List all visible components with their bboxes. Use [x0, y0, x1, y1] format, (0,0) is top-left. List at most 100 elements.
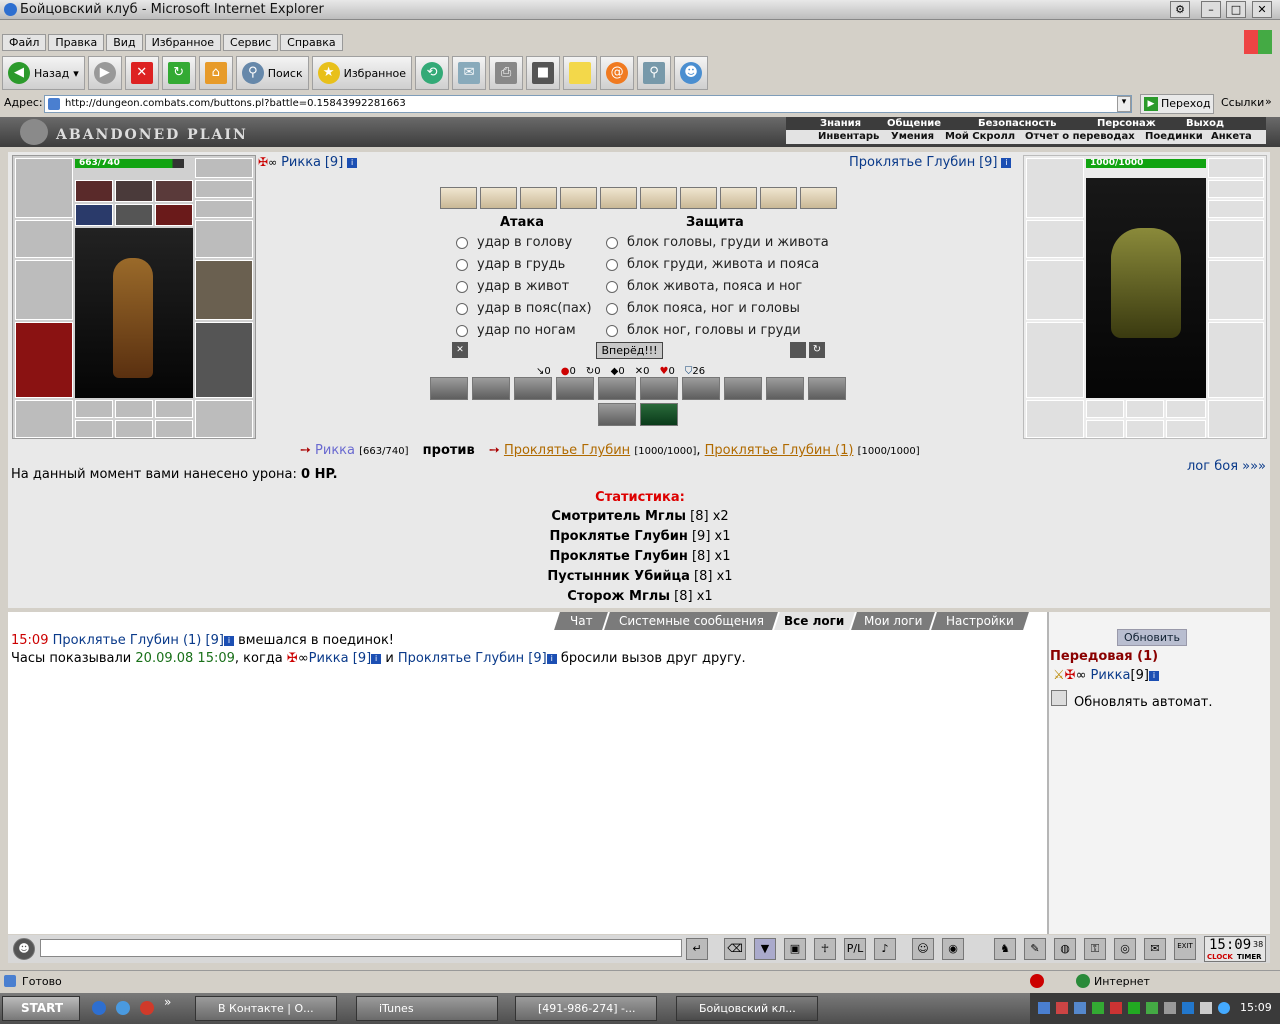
radio-button[interactable] [606, 302, 618, 315]
item-slot-4[interactable] [75, 204, 113, 226]
versus-enemy-1[interactable]: Проклятье Глубин [504, 443, 630, 458]
radio-button[interactable] [456, 258, 468, 271]
radio-button[interactable] [456, 236, 468, 249]
nav-profile[interactable]: Анкета [1211, 131, 1252, 142]
radio-button[interactable] [606, 280, 618, 293]
eraser-icon[interactable]: ⌫ [724, 938, 746, 960]
nav-transfers[interactable]: Отчет о переводах [1025, 131, 1135, 142]
url-input[interactable]: http://dungeon.combats.com/buttons.pl?ba… [44, 95, 1132, 113]
exit-button[interactable]: EXIT [1174, 938, 1196, 960]
radio-button[interactable] [456, 324, 468, 337]
coins-icon[interactable]: ◎ [1114, 938, 1136, 960]
history-button[interactable]: ⟲ [415, 56, 450, 90]
pants-slot[interactable] [195, 322, 253, 398]
nav-knowledge[interactable]: Знания [820, 118, 861, 129]
stop-button[interactable]: ✕ [124, 56, 159, 90]
tab-my-logs[interactable]: Мои логи [851, 612, 935, 630]
log-player-link[interactable]: Рикка [9] [309, 651, 372, 666]
block-option-5[interactable]: блок ног, головы и груди [606, 323, 801, 338]
fighter-icon[interactable]: ☥ [814, 938, 836, 960]
nav-inventory[interactable]: Инвентарь [818, 131, 880, 142]
scroll-icon[interactable]: ✎ [1024, 938, 1046, 960]
nav-security[interactable]: Безопасность [978, 118, 1057, 129]
pocket-slot-5[interactable] [115, 420, 153, 438]
refresh-button[interactable]: ↻ [161, 56, 196, 90]
go-button[interactable]: ▶ Переход [1140, 94, 1214, 114]
attack-belly-option[interactable]: удар в живот [456, 279, 569, 294]
tab-system-messages[interactable]: Системные сообщения [604, 612, 778, 630]
item-slot-3[interactable] [155, 180, 193, 202]
radio-button[interactable] [456, 280, 468, 293]
privacy-icon[interactable] [1030, 974, 1044, 988]
radio-button[interactable] [606, 236, 618, 249]
ie-quicklaunch-icon[interactable] [92, 1001, 106, 1015]
nav-scroll[interactable]: Мой Скролл [945, 131, 1016, 142]
start-button[interactable]: START [2, 996, 80, 1021]
task-itunes[interactable]: iTunes [356, 996, 498, 1021]
item-slot-6[interactable] [155, 204, 193, 226]
player-info-icon[interactable]: i [347, 157, 358, 168]
item-slot-5[interactable] [115, 204, 153, 226]
technique-6[interactable] [640, 377, 678, 400]
technique-2[interactable] [472, 377, 510, 400]
technique-10[interactable] [808, 377, 846, 400]
menu-favorites[interactable]: Избранное [144, 33, 222, 51]
scroll-4[interactable] [560, 187, 597, 209]
key-icon[interactable]: ⚿ [1084, 938, 1106, 960]
pocket-slot-2[interactable] [115, 400, 153, 418]
block-option-4[interactable]: блок пояса, ног и головы [606, 301, 800, 316]
attack-groin-option[interactable]: удар в пояс(пах) [456, 301, 592, 316]
browser-quicklaunch-icon[interactable] [116, 1001, 130, 1015]
sound-icon[interactable]: ♪ [874, 938, 896, 960]
boots-slot[interactable] [195, 400, 253, 438]
technique-12[interactable] [640, 403, 678, 426]
item-slot-1[interactable] [75, 180, 113, 202]
save-icon[interactable]: ▣ [784, 938, 806, 960]
enemy-name[interactable]: Проклятье Глубин [849, 155, 975, 170]
send-icon[interactable]: ↵ [686, 938, 708, 960]
task-vkontakte[interactable]: В Контакте | О... [195, 996, 337, 1021]
technique-3[interactable] [514, 377, 552, 400]
pocket-slot-1[interactable] [75, 400, 113, 418]
belt-slot[interactable] [15, 400, 73, 438]
close-button[interactable]: ✕ [1252, 1, 1272, 18]
filter-icon[interactable]: ▼ [754, 938, 776, 960]
scroll-3[interactable] [520, 187, 557, 209]
nav-fights[interactable]: Поединки [1145, 131, 1203, 142]
chat-input[interactable] [40, 939, 682, 957]
scroll-2[interactable] [480, 187, 517, 209]
smile-icon[interactable]: ☺ [912, 938, 934, 960]
attack-head-option[interactable]: удар в голову [456, 235, 572, 250]
log-enemy-link[interactable]: Проклятье Глубин [9] [398, 651, 547, 666]
versus-enemy-2[interactable]: Проклятье Глубин (1) [705, 443, 854, 458]
armor-slot[interactable] [15, 322, 73, 398]
bracers-slot[interactable] [15, 220, 73, 258]
technique-1[interactable] [430, 377, 468, 400]
amulet-slot[interactable] [195, 158, 253, 178]
radio-button[interactable] [606, 258, 618, 271]
gloves-slot[interactable] [195, 220, 253, 258]
pocket-slot-3[interactable] [155, 400, 193, 418]
pocket-slot-4[interactable] [75, 420, 113, 438]
refresh-battle-icon[interactable]: ↻ [809, 342, 825, 358]
menu-tools[interactable]: Сервис [223, 33, 279, 51]
refresh-room-button[interactable]: Обновить [1117, 629, 1187, 646]
task-combats[interactable]: Бойцовский кл... [676, 996, 818, 1021]
tab-all-logs[interactable]: Все логи [774, 612, 855, 630]
nav-character[interactable]: Персонаж [1097, 118, 1156, 129]
technique-9[interactable] [766, 377, 804, 400]
back-button[interactable]: ◀ Назад ▾ [2, 56, 85, 90]
ring-slot-2[interactable] [195, 200, 253, 218]
tray-clock[interactable]: 15:09 [1240, 1001, 1272, 1014]
nav-exit[interactable]: Выход [1186, 118, 1224, 129]
address-dropdown-icon[interactable]: ▾ [1117, 96, 1131, 112]
pocket-slot-6[interactable] [155, 420, 193, 438]
technique-8[interactable] [724, 377, 762, 400]
forward-submit-button[interactable]: Вперёд!!! [596, 342, 663, 359]
block-option-2[interactable]: блок груди, живота и пояса [606, 257, 819, 272]
shield-right-icon[interactable] [790, 342, 806, 358]
quicklaunch-more-icon[interactable]: » [164, 995, 171, 1009]
help-button[interactable]: ⚙ [1170, 1, 1190, 18]
attack-chest-option[interactable]: удар в грудь [456, 257, 565, 272]
radio-button[interactable] [456, 302, 468, 315]
